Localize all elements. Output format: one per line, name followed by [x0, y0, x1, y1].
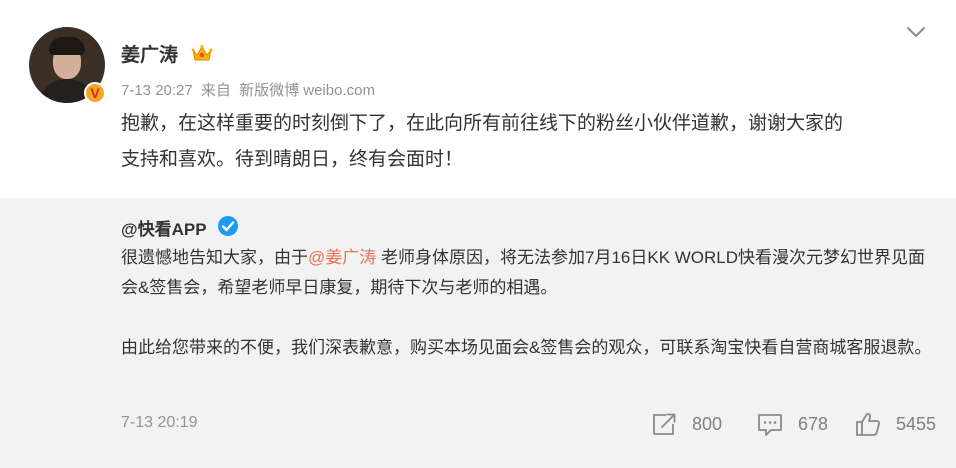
mention-link[interactable]: @姜广涛 — [308, 248, 376, 267]
repost-author-name[interactable]: @快看APP — [121, 215, 207, 240]
verified-v-icon: V — [84, 82, 106, 104]
chevron-down-icon[interactable] — [904, 22, 928, 42]
share-icon — [653, 413, 676, 435]
comment-button[interactable]: 678 — [756, 410, 828, 438]
author-name[interactable]: 姜广涛 — [121, 40, 178, 67]
post-meta: 7-13 20:27 来自 新版微博 weibo.com — [121, 79, 379, 100]
like-count: 5455 — [896, 413, 937, 434]
post-time[interactable]: 7-13 20:27 — [121, 82, 193, 99]
repost-paragraph-2: 由此给您带来的不便，我们深表歉意，购买本场见面会&签售会的观众，可联系淘宝快看自… — [121, 338, 932, 357]
comment-icon — [758, 414, 782, 436]
thumbs-up-icon — [856, 413, 881, 436]
share-button[interactable]: 800 — [650, 410, 722, 438]
repost-paragraph-1: 很遗憾地告知大家，由于@姜广涛 老师身体原因，将无法参加7月16日KK WORL… — [121, 248, 926, 297]
author-avatar[interactable]: V — [29, 27, 106, 104]
post-text-line-1: 抱歉，在这样重要的时刻倒下了，在此向所有前往线下的粉丝小伙伴道歉，谢谢大家的 — [121, 113, 844, 134]
post-text: 抱歉，在这样重要的时刻倒下了，在此向所有前往线下的粉丝小伙伴道歉，谢谢大家的 支… — [121, 106, 931, 178]
repost-time[interactable]: 7-13 20:19 — [121, 414, 198, 432]
share-count: 800 — [692, 413, 723, 434]
source-prefix: 来自 — [200, 82, 231, 99]
comment-count: 678 — [798, 413, 829, 434]
repost-text: 很遗憾地告知大家，由于@姜广涛 老师身体原因，将无法参加7月16日KK WORL… — [121, 243, 933, 363]
crown-icon[interactable] — [191, 42, 213, 64]
post-text-line-2: 支持和喜欢。待到晴朗日，终有会面时！ — [121, 149, 464, 170]
like-button[interactable]: 5455 — [854, 410, 936, 438]
reposted-content[interactable]: @快看APP 很遗憾地告知大家，由于@姜广涛 老师身体原因，将无法参加7月16日… — [0, 198, 956, 468]
post-source[interactable]: 新版微博 weibo.com — [239, 82, 375, 99]
original-post: V 姜广涛 7-13 20:27 来自 新版微博 weibo.com 抱歉，在这… — [0, 0, 956, 196]
blue-verified-icon — [218, 216, 238, 236]
